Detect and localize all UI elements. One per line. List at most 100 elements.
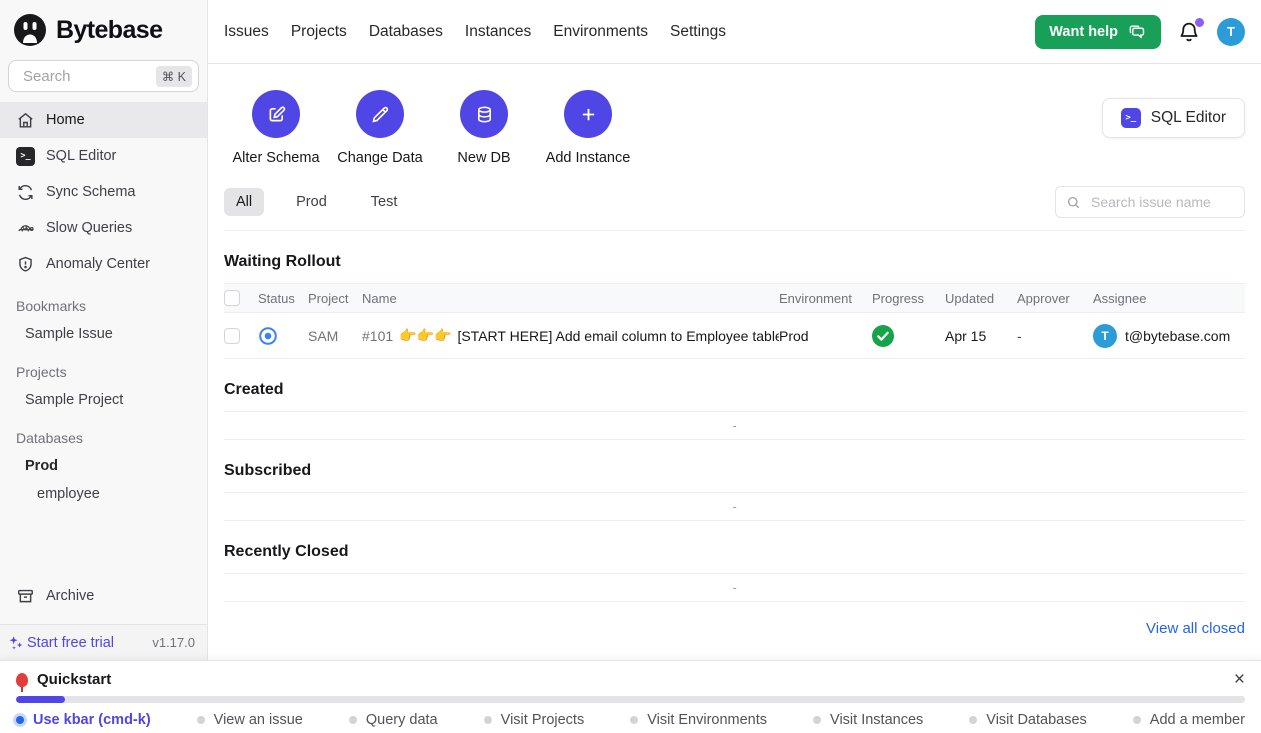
sparkles-icon xyxy=(8,635,24,651)
sidebar-section-databases: Databases xyxy=(0,424,207,452)
sidebar-item-home[interactable]: Home xyxy=(0,102,207,138)
sidebar-item-prod[interactable]: Prod xyxy=(0,452,207,480)
terminal-icon: >_ xyxy=(1121,108,1141,128)
sidebar: Bytebase ⌘ K Home >_ SQL Editor Sync Sch… xyxy=(0,0,208,660)
sidebar-item-label: Archive xyxy=(46,588,94,604)
start-free-trial-link[interactable]: Start free trial xyxy=(8,635,114,651)
quickstart-item-visit-environments[interactable]: Visit Environments xyxy=(630,712,767,728)
topbar-right: Want help T xyxy=(1035,15,1245,49)
quickstart-item-add-member[interactable]: Add a member xyxy=(1133,712,1245,728)
sidebar-item-sample-project[interactable]: Sample Project xyxy=(0,386,207,414)
sidebar-item-label: Anomaly Center xyxy=(46,256,150,272)
assignee-email: t@bytebase.com xyxy=(1125,328,1230,344)
alter-schema-button[interactable]: Alter Schema xyxy=(224,90,328,166)
want-help-button[interactable]: Want help xyxy=(1035,15,1161,49)
sidebar-item-label: Home xyxy=(46,112,85,128)
pencil-icon xyxy=(356,90,404,138)
select-all-checkbox[interactable] xyxy=(224,290,240,306)
sidebar-item-archive[interactable]: Archive xyxy=(0,578,207,614)
sidebar-item-label: SQL Editor xyxy=(46,148,116,164)
archive-icon xyxy=(16,587,35,606)
close-icon[interactable]: × xyxy=(1234,670,1245,689)
sidebar-item-employee[interactable]: employee xyxy=(0,480,207,508)
action-label: Change Data xyxy=(337,150,422,166)
edit-square-icon xyxy=(252,90,300,138)
quickstart-item-label: Query data xyxy=(366,712,438,728)
issue-id: #101 xyxy=(362,328,393,344)
step-dot-icon xyxy=(630,716,638,724)
home-content: Alter Schema Change Data New DB xyxy=(208,64,1261,660)
col-approver: Approver xyxy=(1017,291,1093,306)
section-subscribed: Subscribed xyxy=(224,462,1245,480)
sidebar-item-sync-schema[interactable]: Sync Schema xyxy=(0,174,207,210)
search-input[interactable] xyxy=(21,67,156,86)
quickstart-item-query-data[interactable]: Query data xyxy=(349,712,438,728)
issue-title: [START HERE] Add email column to Employe… xyxy=(457,328,779,344)
quickstart-item-label: Visit Environments xyxy=(647,712,767,728)
nav-instances[interactable]: Instances xyxy=(465,23,531,41)
created-empty: - xyxy=(224,411,1245,440)
action-label: Add Instance xyxy=(546,150,631,166)
change-data-button[interactable]: Change Data xyxy=(328,90,432,166)
sidebar-item-sql-editor[interactable]: >_ SQL Editor xyxy=(0,138,207,174)
chat-icon xyxy=(1127,22,1147,42)
user-avatar[interactable]: T xyxy=(1217,18,1245,46)
step-dot-icon xyxy=(813,716,821,724)
top-bar: Issues Projects Databases Instances Envi… xyxy=(208,0,1261,64)
step-dot-icon xyxy=(1133,716,1141,724)
tab-test[interactable]: Test xyxy=(359,188,410,216)
sidebar-search[interactable]: ⌘ K xyxy=(8,60,199,92)
issue-search[interactable] xyxy=(1055,186,1245,218)
search-shortcut-badge: ⌘ K xyxy=(156,66,192,87)
nav-issues[interactable]: Issues xyxy=(224,23,269,41)
quickstart-item-visit-projects[interactable]: Visit Projects xyxy=(484,712,585,728)
nav-projects[interactable]: Projects xyxy=(291,23,347,41)
issue-search-input[interactable] xyxy=(1089,193,1234,211)
issue-emoji: 👉👉👉 xyxy=(399,327,451,344)
issue-updated: Apr 15 xyxy=(945,328,1017,344)
view-all-closed-wrap: View all closed xyxy=(224,620,1245,638)
quickstart-bar: Quickstart × Use kbar (cmd-k) View an is… xyxy=(0,660,1261,733)
nav-environments[interactable]: Environments xyxy=(553,23,648,41)
issue-approver: - xyxy=(1017,328,1093,344)
notifications-bell[interactable] xyxy=(1177,20,1201,44)
filter-row: All Prod Test xyxy=(224,186,1245,231)
view-all-closed-link[interactable]: View all closed xyxy=(1146,620,1245,637)
database-icon xyxy=(460,90,508,138)
bytebase-logo-icon xyxy=(12,12,48,48)
step-dot-icon xyxy=(349,716,357,724)
section-recently-closed: Recently Closed xyxy=(224,543,1245,561)
issue-row[interactable]: SAM #101 👉👉👉 [START HERE] Add email colu… xyxy=(224,313,1245,359)
nav-settings[interactable]: Settings xyxy=(670,23,726,41)
quickstart-item-use-kbar[interactable]: Use kbar (cmd-k) xyxy=(16,712,151,728)
bytebase-logo[interactable]: Bytebase xyxy=(0,0,207,58)
col-project: Project xyxy=(308,291,362,306)
section-waiting-rollout: Waiting Rollout xyxy=(224,253,1245,271)
add-instance-button[interactable]: Add Instance xyxy=(536,90,640,166)
shield-icon xyxy=(16,255,35,274)
quickstart-item-view-issue[interactable]: View an issue xyxy=(197,712,303,728)
balloon-icon xyxy=(16,673,28,687)
nav-databases[interactable]: Databases xyxy=(369,23,443,41)
issue-name[interactable]: #101 👉👉👉 [START HERE] Add email column t… xyxy=(362,327,779,344)
col-progress: Progress xyxy=(872,291,945,306)
sidebar-item-anomaly-center[interactable]: Anomaly Center xyxy=(0,246,207,282)
subscribed-empty: - xyxy=(224,492,1245,521)
tab-prod[interactable]: Prod xyxy=(284,188,339,216)
col-name: Name xyxy=(362,291,779,306)
tab-all[interactable]: All xyxy=(224,188,264,216)
home-icon xyxy=(16,111,35,130)
quickstart-title: Quickstart xyxy=(37,671,111,688)
quickstart-item-visit-instances[interactable]: Visit Instances xyxy=(813,712,923,728)
sidebar-item-slow-queries[interactable]: Slow Queries xyxy=(0,210,207,246)
quickstart-item-visit-databases[interactable]: Visit Databases xyxy=(969,712,1086,728)
recently-closed-empty: - xyxy=(224,573,1245,602)
sql-editor-button[interactable]: >_ SQL Editor xyxy=(1102,98,1245,138)
row-checkbox[interactable] xyxy=(224,328,240,344)
main-area: Issues Projects Databases Instances Envi… xyxy=(208,0,1261,660)
sidebar-footer: Start free trial v1.17.0 xyxy=(0,624,207,660)
new-db-button[interactable]: New DB xyxy=(432,90,536,166)
section-created: Created xyxy=(224,381,1245,399)
quickstart-items: Use kbar (cmd-k) View an issue Query dat… xyxy=(16,712,1245,728)
sidebar-item-sample-issue[interactable]: Sample Issue xyxy=(0,320,207,348)
